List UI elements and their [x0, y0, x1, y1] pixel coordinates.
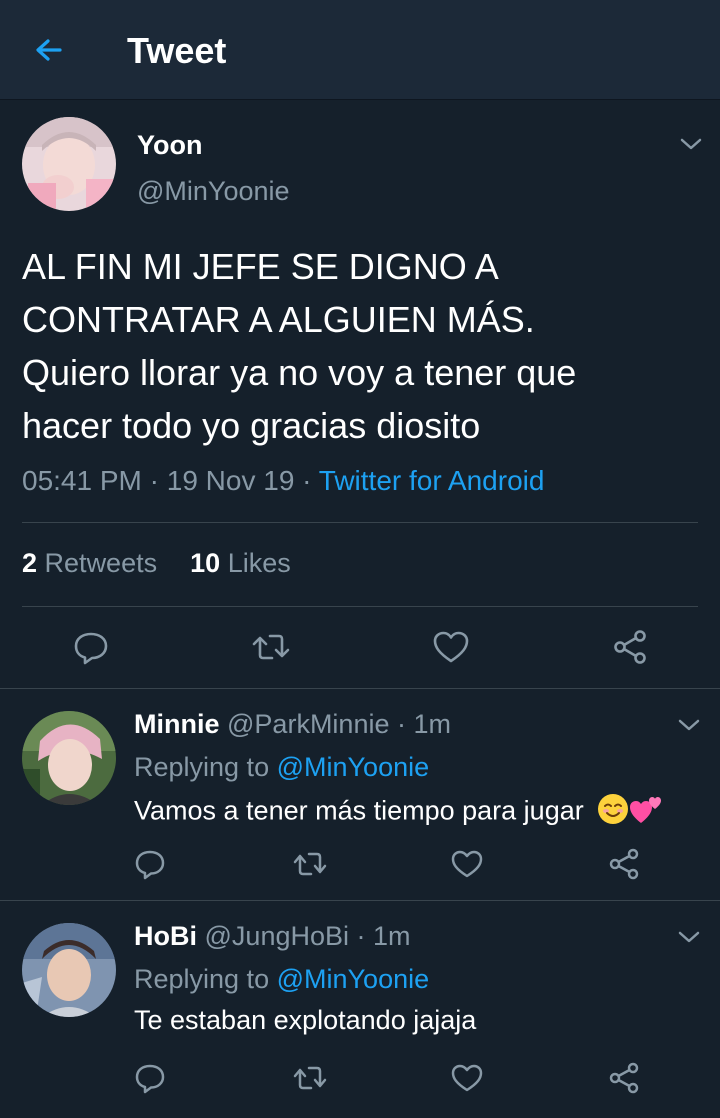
chevron-down-icon — [678, 931, 700, 943]
two-hearts-icon — [629, 793, 663, 832]
reply-header: HoBi @JungHoBi · 1m — [134, 921, 411, 951]
top-app-bar: Tweet — [0, 0, 720, 100]
replying-to: Replying to @MinYoonie — [134, 964, 429, 995]
reply-icon — [135, 850, 165, 880]
share-icon — [614, 630, 646, 664]
like-icon — [433, 631, 469, 663]
share-button[interactable] — [602, 842, 646, 886]
retweet-button[interactable] — [249, 625, 293, 669]
tweet-text: AL FIN MI JEFE SE DIGNO A CONTRATAR A AL… — [22, 240, 702, 452]
reply-button[interactable] — [69, 625, 113, 669]
reply-text-content: Vamos a tener más tiempo para jugar — [134, 795, 584, 826]
retweet-icon — [252, 634, 290, 660]
like-icon — [451, 850, 483, 878]
retweet-label: Retweets — [44, 548, 158, 578]
chevron-down-icon — [680, 138, 702, 150]
avatar[interactable] — [22, 711, 116, 805]
smiling-face-icon — [597, 793, 629, 832]
avatar[interactable] — [22, 117, 116, 211]
tweet-text-line: hacer todo yo gracias diosito — [22, 405, 481, 446]
tweet-text-line: AL FIN MI JEFE SE DIGNO A — [22, 246, 499, 287]
retweet-count: 2 — [22, 548, 38, 578]
reply-tweet[interactable]: HoBi @JungHoBi · 1m Replying to @MinYoon… — [0, 901, 720, 1118]
back-arrow-icon — [36, 39, 62, 61]
tweet-source-link[interactable]: Twitter for Android — [319, 465, 545, 496]
share-button[interactable] — [602, 1056, 646, 1100]
author-name[interactable]: Yoon — [137, 130, 202, 161]
reply-button[interactable] — [128, 842, 172, 886]
retweet-button[interactable] — [288, 1056, 332, 1100]
avatar[interactable] — [22, 923, 116, 1017]
reply-header: Minnie @ParkMinnie · 1m — [134, 709, 452, 739]
tweet-text-line: Quiero llorar ya no voy a tener que — [22, 352, 577, 393]
tweet-text-line: CONTRATAR A ALGUIEN MÁS. — [22, 299, 535, 340]
reply-time: 1m — [373, 921, 411, 951]
like-icon — [451, 1064, 483, 1092]
reply-time: 1m — [413, 709, 452, 739]
divider — [22, 606, 698, 607]
retweet-button[interactable] — [288, 842, 332, 886]
replying-mention-link[interactable]: @MinYoonie — [277, 752, 430, 782]
reply-text: Te estaban explotando jajaja — [134, 1005, 476, 1036]
like-count: 10 — [190, 548, 221, 578]
back-button[interactable] — [30, 32, 70, 72]
divider — [22, 522, 698, 523]
like-label: Likes — [227, 548, 291, 578]
reply-text-content: Te estaban explotando jajaja — [134, 1005, 477, 1035]
reply-author-name[interactable]: HoBi — [134, 921, 197, 951]
reply-author-handle[interactable]: @JungHoBi — [205, 921, 349, 951]
like-button[interactable] — [429, 625, 473, 669]
tweet-date: 19 Nov 19 — [166, 465, 295, 496]
tweet-stats: 2 Retweets 10 Likes — [22, 548, 291, 579]
reply-author-name[interactable]: Minnie — [134, 709, 220, 739]
tweet-meta: 05:41 PM · 19 Nov 19 · Twitter for Andro… — [22, 465, 545, 496]
like-button[interactable] — [445, 842, 489, 886]
chevron-down-icon — [678, 719, 700, 731]
like-button[interactable] — [445, 1056, 489, 1100]
replying-label: Replying to — [134, 964, 270, 994]
retweets-stat[interactable]: 2 Retweets — [22, 548, 157, 578]
replying-mention-link[interactable]: @MinYoonie — [277, 964, 430, 994]
replying-label: Replying to — [134, 752, 270, 782]
tweet-time: 05:41 PM — [22, 465, 142, 496]
reply-options-button[interactable] — [677, 717, 701, 733]
share-icon — [609, 848, 639, 880]
reply-text: Vamos a tener más tiempo para jugar — [134, 793, 663, 832]
share-button[interactable] — [608, 625, 652, 669]
retweet-icon — [293, 1066, 327, 1090]
page-title: Tweet — [127, 30, 227, 71]
reply-icon — [135, 1064, 165, 1094]
reply-options-button[interactable] — [677, 929, 701, 945]
author-handle[interactable]: @MinYoonie — [137, 176, 290, 207]
reply-author-handle[interactable]: @ParkMinnie — [227, 709, 389, 739]
replying-to: Replying to @MinYoonie — [134, 752, 429, 783]
likes-stat[interactable]: 10 Likes — [190, 548, 291, 578]
reply-icon — [74, 632, 108, 665]
tweet-options-button[interactable] — [679, 136, 703, 152]
reply-tweet[interactable]: Minnie @ParkMinnie · 1m Replying to @Min… — [0, 689, 720, 900]
share-icon — [609, 1062, 639, 1094]
reply-button[interactable] — [128, 1056, 172, 1100]
retweet-icon — [293, 852, 327, 876]
